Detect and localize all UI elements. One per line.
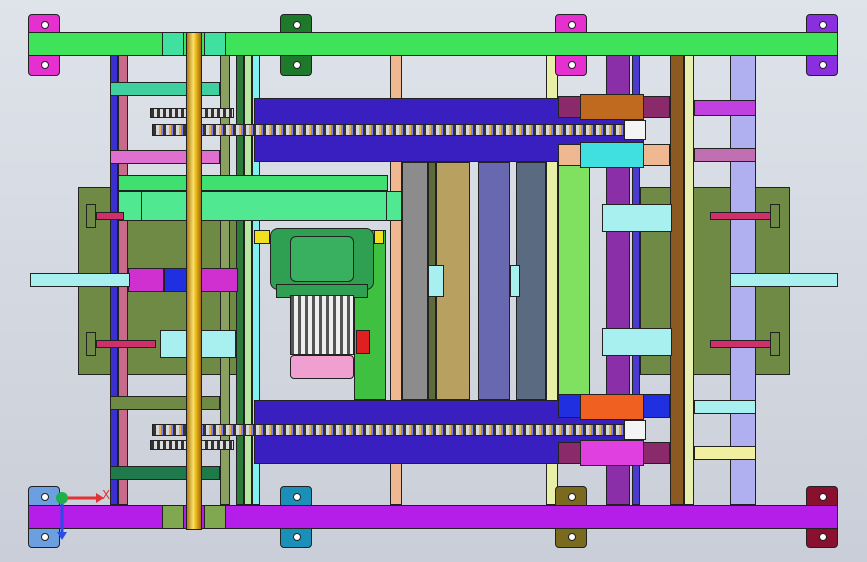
rung-yellow	[694, 446, 756, 460]
top-beam-collar-right	[204, 32, 226, 56]
chain-guide-right	[624, 120, 646, 140]
bolt-hole-icon	[293, 61, 301, 69]
bolt-hole-icon	[819, 21, 827, 29]
top-beam-collar-left	[162, 32, 184, 56]
column-cyan-block-2	[510, 265, 520, 297]
shaft-coupler-magenta-2	[200, 268, 238, 292]
rung-left-pink	[110, 150, 220, 164]
chain-guide-right-bottom	[624, 420, 646, 440]
rung-left-olive	[110, 396, 220, 410]
bolt-hole-icon	[568, 533, 576, 541]
cylinder-plate-left-bottom	[86, 332, 96, 356]
column-cyan-block	[428, 265, 444, 297]
bolt-hole-icon	[293, 533, 301, 541]
top-beam	[28, 32, 838, 56]
triad-icon	[56, 492, 104, 540]
coupling-top-cyan	[580, 142, 644, 168]
rung-left-green	[110, 466, 220, 480]
drive-chain-top	[152, 124, 644, 136]
column-gray	[402, 162, 428, 400]
rail-right-4	[684, 55, 694, 505]
rail-right-3	[670, 55, 684, 505]
cylinder-plate-right-bottom	[770, 332, 780, 356]
beam-end-plate-right	[386, 191, 402, 221]
rod-left-top	[96, 212, 124, 220]
rail-left-5	[244, 55, 252, 505]
bottom-beam-collar-right	[204, 505, 226, 529]
rod-right-bottom	[710, 340, 772, 348]
motor-red-tab	[356, 330, 370, 354]
column-green	[558, 165, 590, 395]
column-slate	[478, 162, 510, 400]
rung-cyan	[694, 400, 756, 414]
cad-viewport[interactable]: X Y	[0, 0, 867, 562]
motor-gearbox-face	[290, 236, 354, 282]
bolt-hole-icon	[41, 21, 49, 29]
rung-purple	[694, 100, 756, 116]
cylinder-plate-left-top	[86, 204, 96, 228]
bolt-hole-icon	[293, 21, 301, 29]
upper-cross-beam-body	[118, 191, 402, 221]
motor-yellow-block-right	[374, 230, 384, 244]
coupling-bottom-orange	[580, 394, 644, 420]
bolt-hole-icon	[568, 493, 576, 501]
bolt-hole-icon	[568, 61, 576, 69]
bottom-beam-collar-left	[162, 505, 184, 529]
rung-left-teal	[110, 82, 220, 96]
bottom-beam	[28, 505, 838, 529]
bolt-hole-icon	[568, 21, 576, 29]
rod-right-top	[710, 212, 772, 220]
coupling-bottom-pink	[580, 440, 644, 466]
bolt-hole-icon	[819, 61, 827, 69]
right-cyan-block-bottom	[602, 328, 672, 356]
piston-left	[30, 273, 130, 287]
rod-left-bottom	[96, 340, 156, 348]
shaft-coupler-magenta	[128, 268, 164, 292]
piston-right	[730, 273, 838, 287]
bolt-hole-icon	[41, 61, 49, 69]
motor-end-cap	[290, 355, 354, 379]
bolt-hole-icon	[819, 493, 827, 501]
coordinate-triad: X Y	[40, 478, 110, 542]
column-steel	[516, 162, 546, 400]
drive-chain-bottom	[152, 424, 644, 436]
bolt-hole-icon	[819, 533, 827, 541]
rung-pink	[694, 148, 756, 162]
bolt-hole-icon	[293, 493, 301, 501]
coupling-top-orange	[580, 94, 644, 120]
drive-shaft	[186, 32, 202, 530]
right-cyan-block-top	[602, 204, 672, 232]
x-axis-label: X	[102, 488, 111, 502]
cylinder-plate-right-top	[770, 204, 780, 228]
motor-body	[290, 295, 354, 355]
upper-cross-beam	[118, 175, 388, 191]
motor-yellow-block-left	[254, 230, 270, 244]
